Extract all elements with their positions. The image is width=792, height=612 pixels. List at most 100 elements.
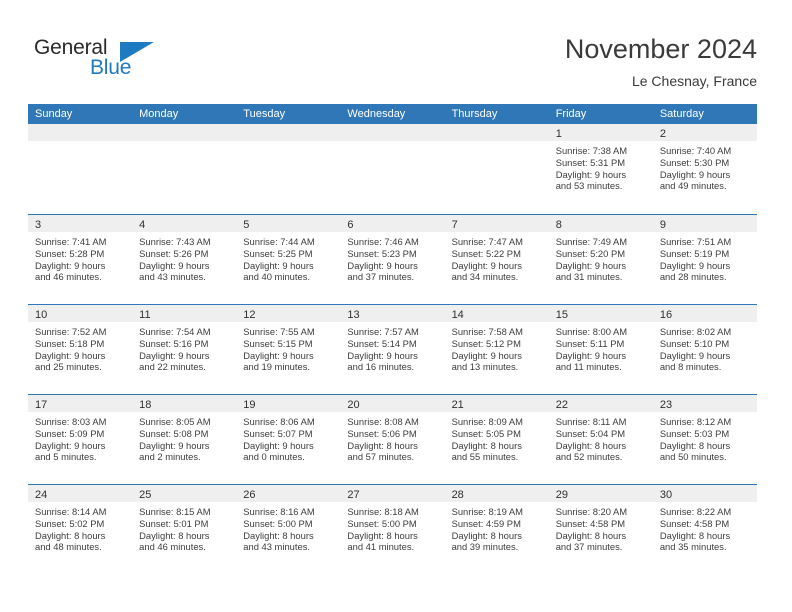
- day-cell[interactable]: 18 Sunrise: 8:05 AM Sunset: 5:08 PM Dayligh…: [132, 395, 237, 484]
- day-number-band: 18: [132, 395, 237, 412]
- day-number-band: 26: [236, 485, 341, 502]
- day-info: Sunrise: 8:11 AM Sunset: 5:04 PM Daylight:…: [549, 412, 653, 463]
- day-info: Sunrise: 7:47 AM Sunset: 5:22 PM Daylight:…: [445, 232, 549, 283]
- day-cell[interactable]: 8 Sunrise: 7:49 AM Sunset: 5:20 PM Daylight…: [548, 215, 653, 304]
- weekday-header-saturday: Saturday: [659, 108, 704, 120]
- day-info-line: Sunset: 4:58 PM: [555, 517, 626, 529]
- day-number: 30: [659, 489, 673, 501]
- day-info-line: Sunset: 5:25 PM: [243, 247, 313, 259]
- day-number: 12: [243, 309, 256, 321]
- calendar-grid: Sunday Monday Tuesday Wednesday Thursday Frid…: [28, 104, 757, 574]
- day-info: Sunrise: 7:43 AM Sunset: 5:26 PM Daylight:…: [132, 232, 236, 283]
- day-cell[interactable]: 24 Sunrise: 8:14 AM Sunset: 5:02 PM Dayligh…: [28, 485, 133, 574]
- day-info: [28, 141, 132, 145]
- day-info-line: and 49 minutes.: [659, 180, 727, 192]
- page-title: November 2024: [564, 34, 757, 64]
- day-info-line: Sunrise: 8:18 AM: [347, 506, 419, 517]
- day-info-line: Sunset: 5:30 PM: [659, 156, 730, 168]
- day-cell[interactable]: 6 Sunrise: 7:46 AM Sunset: 5:23 PM Daylight…: [340, 215, 445, 304]
- day-info-line: Sunrise: 8:19 AM: [451, 506, 523, 517]
- day-info-line: Sunrise: 8:00 AM: [555, 326, 628, 337]
- day-cell[interactable]: 7 Sunrise: 7:47 AM Sunset: 5:22 PM Daylight…: [444, 215, 549, 304]
- week-row: 17 Sunrise: 8:03 AM Sunset: 5:09 PM Dayligh…: [28, 394, 757, 484]
- day-cell-empty: [132, 124, 237, 214]
- day-info-line: Daylight: 8 hours: [35, 529, 106, 541]
- day-number: 8: [555, 219, 562, 231]
- day-info-line: Daylight: 8 hours: [347, 529, 418, 541]
- day-cell[interactable]: 16 Sunrise: 8:02 AM Sunset: 5:10 PM Dayligh…: [652, 305, 757, 394]
- day-cell[interactable]: 30 Sunrise: 8:22 AM Sunset: 4:58 PM Dayligh…: [652, 485, 757, 574]
- day-info-line: Sunset: 5:15 PM: [243, 337, 313, 349]
- day-cell[interactable]: 29 Sunrise: 8:20 AM Sunset: 4:58 PM Dayligh…: [548, 485, 653, 574]
- day-cell[interactable]: 28 Sunrise: 8:19 AM Sunset: 4:59 PM Dayligh…: [444, 485, 549, 574]
- day-cell[interactable]: 20 Sunrise: 8:08 AM Sunset: 5:06 PM Dayligh…: [340, 395, 445, 484]
- day-cell[interactable]: 3 Sunrise: 7:41 AM Sunset: 5:28 PM Daylight…: [28, 215, 133, 304]
- day-info-line: Sunrise: 7:51 AM: [659, 236, 732, 247]
- day-cell[interactable]: 2 Sunrise: 7:40 AM Sunset: 5:30 PM Daylight…: [652, 124, 757, 214]
- day-info: Sunrise: 8:19 AM Sunset: 4:59 PM Daylight:…: [445, 502, 549, 553]
- day-info-line: Sunrise: 8:06 AM: [243, 416, 315, 427]
- day-cell[interactable]: 27 Sunrise: 8:18 AM Sunset: 5:00 PM Dayligh…: [340, 485, 445, 574]
- day-cell-empty: [444, 124, 549, 214]
- day-number: 20: [347, 399, 360, 411]
- day-number: 21: [451, 399, 464, 411]
- day-info-line: Sunset: 5:08 PM: [139, 427, 209, 439]
- day-info-line: Sunrise: 7:38 AM: [555, 145, 628, 156]
- day-info-line: Sunrise: 7:55 AM: [243, 326, 315, 337]
- day-cell[interactable]: 9 Sunrise: 7:51 AM Sunset: 5:19 PM Daylight…: [652, 215, 757, 304]
- day-cell-empty: [236, 124, 341, 214]
- day-info: [236, 141, 340, 145]
- day-info-line: and 52 minutes.: [555, 451, 623, 463]
- day-cell[interactable]: 25 Sunrise: 8:15 AM Sunset: 5:01 PM Dayligh…: [132, 485, 237, 574]
- day-info-line: and 25 minutes.: [35, 361, 102, 373]
- day-cell[interactable]: 13 Sunrise: 7:57 AM Sunset: 5:14 PM Dayligh…: [340, 305, 445, 394]
- day-cell[interactable]: 14 Sunrise: 7:58 AM Sunset: 5:12 PM Dayligh…: [444, 305, 549, 394]
- brand-logo[interactable]: General Blue: [34, 36, 184, 84]
- day-info-line: Daylight: 8 hours: [347, 439, 418, 451]
- day-info-line: Daylight: 8 hours: [659, 529, 731, 541]
- day-cell[interactable]: 26 Sunrise: 8:16 AM Sunset: 5:00 PM Dayligh…: [236, 485, 341, 574]
- day-info: Sunrise: 8:06 AM Sunset: 5:07 PM Daylight:…: [236, 412, 340, 463]
- day-cell[interactable]: 11 Sunrise: 7:54 AM Sunset: 5:16 PM Dayligh…: [132, 305, 237, 394]
- day-number: 4: [139, 219, 146, 231]
- day-info-line: Sunset: 5:23 PM: [347, 247, 417, 259]
- day-info-line: and 55 minutes.: [451, 451, 519, 463]
- day-info-line: and 35 minutes.: [659, 541, 727, 553]
- day-info-line: Daylight: 9 hours: [347, 349, 418, 361]
- day-number: 2: [659, 128, 666, 140]
- day-info: Sunrise: 7:52 AM Sunset: 5:18 PM Daylight:…: [28, 322, 132, 373]
- day-cell[interactable]: 4 Sunrise: 7:43 AM Sunset: 5:26 PM Daylight…: [132, 215, 237, 304]
- weekday-header-row: Sunday Monday Tuesday Wednesday Thursday Frid…: [28, 104, 757, 124]
- day-info-line: and 22 minutes.: [139, 361, 206, 373]
- day-cell[interactable]: 1 Sunrise: 7:38 AM Sunset: 5:31 PM Daylight…: [548, 124, 653, 214]
- day-info: Sunrise: 7:49 AM Sunset: 5:20 PM Daylight:…: [549, 232, 653, 283]
- day-info-line: Daylight: 9 hours: [35, 259, 106, 271]
- day-number-band: 7: [444, 215, 549, 232]
- day-cell[interactable]: 23 Sunrise: 8:12 AM Sunset: 5:03 PM Dayligh…: [652, 395, 757, 484]
- day-info-line: and 43 minutes.: [243, 541, 310, 553]
- day-info-line: and 0 minutes.: [243, 451, 305, 463]
- day-info-line: and 53 minutes.: [555, 180, 623, 192]
- day-number-band: 23: [652, 395, 757, 412]
- day-cell[interactable]: 15 Sunrise: 8:00 AM Sunset: 5:11 PM Dayligh…: [548, 305, 653, 394]
- day-cell[interactable]: 19 Sunrise: 8:06 AM Sunset: 5:07 PM Dayligh…: [236, 395, 341, 484]
- day-info-line: Sunrise: 8:05 AM: [139, 416, 211, 427]
- day-info-line: Sunset: 5:14 PM: [347, 337, 417, 349]
- day-info-line: Daylight: 8 hours: [243, 529, 314, 541]
- day-cell[interactable]: 10 Sunrise: 7:52 AM Sunset: 5:18 PM Dayligh…: [28, 305, 133, 394]
- day-number-band: 8: [548, 215, 653, 232]
- day-number-band: 13: [340, 305, 445, 322]
- day-info-line: and 46 minutes.: [35, 271, 102, 283]
- day-info-line: Daylight: 9 hours: [659, 168, 731, 180]
- location-label: Le Chesnay, France: [631, 73, 757, 89]
- day-cell[interactable]: 22 Sunrise: 8:11 AM Sunset: 5:04 PM Dayligh…: [548, 395, 653, 484]
- day-info-line: Sunrise: 7:52 AM: [35, 326, 107, 337]
- day-number: 16: [659, 309, 673, 321]
- day-cell[interactable]: 12 Sunrise: 7:55 AM Sunset: 5:15 PM Dayligh…: [236, 305, 341, 394]
- day-cell[interactable]: 21 Sunrise: 8:09 AM Sunset: 5:05 PM Dayligh…: [444, 395, 549, 484]
- day-cell[interactable]: 5 Sunrise: 7:44 AM Sunset: 5:25 PM Daylight…: [236, 215, 341, 304]
- day-cell[interactable]: 17 Sunrise: 8:03 AM Sunset: 5:09 PM Dayligh…: [28, 395, 133, 484]
- day-info-line: Daylight: 9 hours: [35, 439, 106, 451]
- day-info-line: Daylight: 8 hours: [555, 439, 627, 451]
- day-number-band: 25: [132, 485, 237, 502]
